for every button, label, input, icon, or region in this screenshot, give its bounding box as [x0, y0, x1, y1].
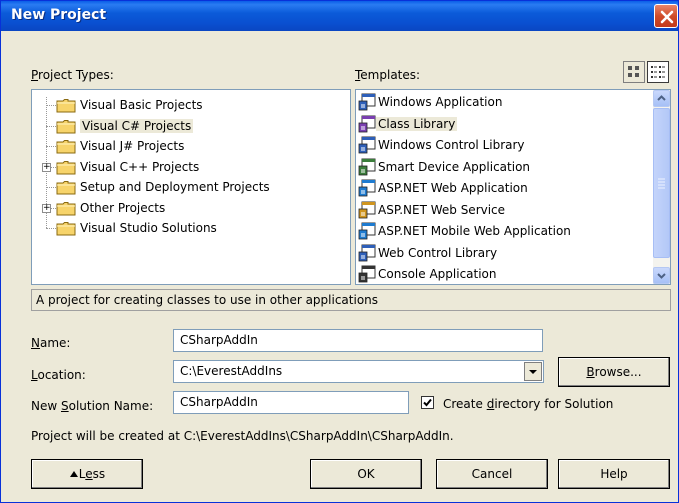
folder-icon: [56, 201, 76, 215]
console-app-icon: [358, 265, 376, 283]
template-item[interactable]: Class Library: [358, 114, 650, 134]
tree-item[interactable]: Visual Basic Projects: [32, 95, 350, 115]
template-item-label: Console Application: [378, 267, 497, 281]
folder-icon: [56, 222, 76, 236]
tree-item-label: Visual Basic Projects: [80, 98, 203, 112]
template-item[interactable]: Console Application: [358, 264, 650, 284]
scroll-up-button[interactable]: [653, 90, 670, 107]
tree-item-label: Visual Studio Solutions: [80, 221, 217, 235]
expand-icon[interactable]: +: [42, 203, 51, 213]
template-item[interactable]: Windows Control Library: [358, 135, 650, 155]
location-label: Location:: [31, 368, 86, 382]
name-input[interactable]: CSharpAddIn: [173, 329, 543, 352]
small-icons-icon: [651, 66, 665, 78]
template-item-label: ASP.NET Web Application: [378, 181, 528, 195]
template-item[interactable]: ASP.NET Web Application: [358, 178, 650, 198]
less-button[interactable]: Less: [31, 459, 143, 489]
grip-icon: [658, 178, 665, 189]
template-item-label: Class Library: [376, 116, 458, 131]
tree-item[interactable]: Setup and Deployment Projects: [32, 177, 350, 197]
create-directory-checkbox[interactable]: [421, 396, 434, 409]
large-icons-view-button[interactable]: [623, 61, 645, 83]
location-dropdown-button[interactable]: [524, 362, 542, 381]
tree-item[interactable]: Visual C# Projects: [32, 116, 350, 136]
description-bar: A project for creating classes to use in…: [31, 289, 671, 311]
solution-name-label: New Solution Name:: [31, 399, 154, 413]
tree-item-label: Visual C# Projects: [80, 118, 194, 133]
small-icons-view-button[interactable]: [647, 61, 669, 83]
template-item[interactable]: Web Control Library: [358, 243, 650, 263]
browse-button[interactable]: Browse...: [558, 357, 670, 387]
location-combobox[interactable]: C:\EverestAddIns: [173, 360, 544, 383]
tree-item[interactable]: + Visual C++ Projects: [32, 157, 350, 177]
close-button[interactable]: [654, 4, 678, 28]
folder-icon: [56, 160, 76, 174]
help-button[interactable]: Help: [558, 459, 670, 489]
description-text: A project for creating classes to use in…: [36, 293, 379, 307]
template-item[interactable]: ASP.NET Web Service: [358, 200, 650, 220]
checkmark-icon: [423, 398, 432, 407]
less-label: Less: [78, 467, 106, 481]
tree-item-label: Visual C++ Projects: [80, 159, 200, 174]
tree-connector: [46, 187, 56, 188]
templates-scrollbar[interactable]: [653, 90, 670, 284]
tree-connector: [46, 228, 56, 229]
scroll-down-button[interactable]: [653, 267, 670, 284]
template-item[interactable]: ASP.NET Mobile Web Application: [358, 221, 650, 241]
solution-name-input[interactable]: CSharpAddIn: [173, 391, 409, 414]
project-path-info: Project will be created at C:\EverestAdd…: [31, 429, 454, 443]
web-control-icon: [358, 244, 376, 261]
project-types-label: Project Types:: [31, 68, 114, 82]
template-item-label: ASP.NET Mobile Web Application: [378, 224, 571, 238]
folder-icon: [56, 140, 76, 154]
project-types-tree[interactable]: Visual Basic Projects Visual C# Projects V…: [31, 89, 351, 285]
ok-button[interactable]: OK: [310, 459, 422, 489]
templates-list[interactable]: Windows Application Class Library Windows …: [355, 89, 671, 285]
folder-icon: [56, 99, 76, 113]
new-project-dialog: New Project Project Types: Templates: Vi…: [0, 0, 679, 503]
cancel-button[interactable]: Cancel: [436, 459, 548, 489]
web-app-icon: [358, 179, 376, 197]
mobile-web-icon: [358, 222, 376, 240]
tree-item-label: Setup and Deployment Projects: [80, 180, 270, 194]
window-title: New Project: [11, 7, 107, 23]
smart-device-icon: [358, 158, 376, 175]
large-icons-icon: [628, 66, 639, 77]
title-bar[interactable]: New Project: [1, 1, 678, 31]
windows-app-icon: [358, 93, 376, 111]
close-icon: [660, 10, 674, 24]
tree-connector: [46, 125, 56, 127]
tree-item[interactable]: Visual Studio Solutions: [32, 218, 350, 238]
template-item[interactable]: Windows Application: [358, 92, 650, 112]
control-library-icon: [358, 136, 376, 154]
templates-label: Templates:: [355, 68, 421, 82]
chevron-down-icon: [657, 273, 666, 279]
tree-item-label: Visual J# Projects: [80, 139, 185, 153]
web-service-icon: [358, 201, 376, 218]
name-label: Name:: [31, 336, 71, 350]
tree-connector: [46, 146, 56, 147]
template-item-label: Windows Application: [378, 95, 503, 109]
tree-item[interactable]: Visual J# Projects: [32, 136, 350, 156]
template-item-label: ASP.NET Web Service: [378, 202, 506, 217]
location-value: C:\EverestAddIns: [180, 364, 283, 378]
scroll-thumb[interactable]: [653, 108, 670, 258]
template-item-label: Smart Device Application: [378, 159, 531, 174]
template-item-label: Web Control Library: [378, 245, 498, 260]
folder-icon: [56, 181, 76, 195]
tree-item-label: Other Projects: [80, 200, 166, 215]
tree-connector: [46, 105, 56, 106]
dropdown-arrow-icon: [529, 370, 537, 374]
class-library-icon: [358, 115, 376, 132]
create-directory-label[interactable]: Create directory for Solution: [443, 397, 613, 411]
open-folder-icon: [56, 119, 76, 133]
arrow-up-icon: [69, 471, 78, 477]
template-item[interactable]: Smart Device Application: [358, 157, 650, 177]
chevron-up-icon: [657, 95, 666, 101]
template-item-label: Windows Control Library: [378, 138, 525, 152]
tree-item[interactable]: + Other Projects: [32, 198, 350, 218]
expand-icon[interactable]: +: [42, 162, 51, 172]
